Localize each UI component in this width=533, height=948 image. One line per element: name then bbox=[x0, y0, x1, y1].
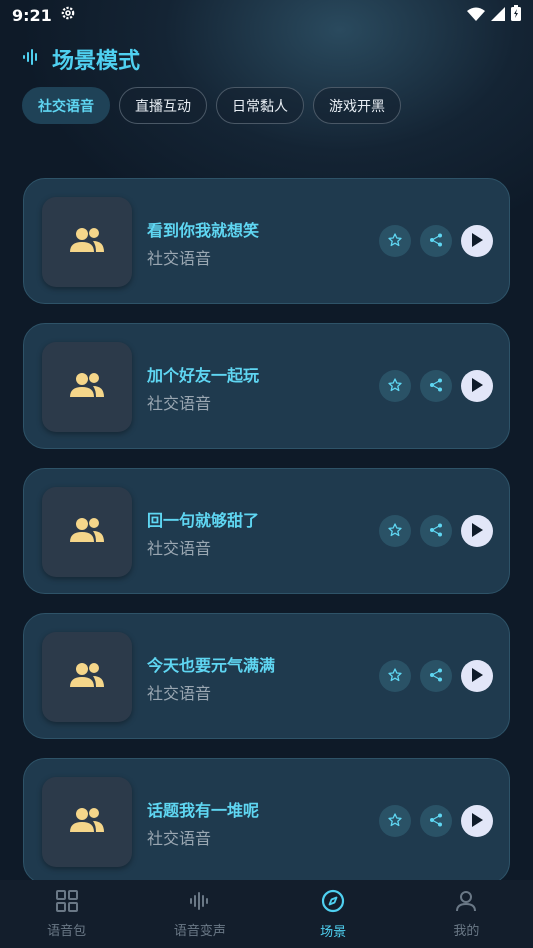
star-icon bbox=[388, 522, 402, 541]
star-icon bbox=[388, 232, 402, 251]
status-time: 9:21 bbox=[12, 5, 52, 25]
card-subtitle: 社交语音 bbox=[147, 394, 212, 413]
share-icon bbox=[429, 812, 443, 831]
card-subtitle: 社交语音 bbox=[147, 829, 212, 848]
play-button[interactable] bbox=[461, 515, 493, 547]
favorite-button[interactable] bbox=[379, 660, 411, 692]
battery-icon bbox=[511, 5, 521, 25]
people-icon bbox=[69, 662, 105, 692]
card-subtitle: 社交语音 bbox=[147, 684, 212, 703]
card-thumbnail bbox=[42, 197, 132, 287]
star-icon bbox=[388, 667, 402, 686]
person-icon bbox=[455, 890, 477, 916]
people-icon bbox=[69, 227, 105, 257]
play-icon bbox=[471, 377, 483, 396]
share-button[interactable] bbox=[420, 225, 452, 257]
play-button[interactable] bbox=[461, 370, 493, 402]
card-title: 看到你我就想笑 bbox=[147, 221, 260, 240]
wifi-icon bbox=[467, 6, 485, 25]
nav-profile[interactable]: 我的 bbox=[400, 880, 533, 948]
bottom-nav: 语音包 语音变声 场景 我的 bbox=[0, 880, 533, 948]
sound-wave-icon bbox=[22, 48, 40, 70]
favorite-button[interactable] bbox=[379, 515, 411, 547]
share-button[interactable] bbox=[420, 660, 452, 692]
share-icon bbox=[429, 667, 443, 686]
status-right bbox=[467, 5, 521, 25]
tab-live-interaction[interactable]: 直播互动 bbox=[119, 87, 207, 124]
status-left: 9:21 bbox=[12, 5, 76, 25]
status-bar: 9:21 bbox=[0, 0, 533, 30]
tab-gaming[interactable]: 游戏开黑 bbox=[313, 87, 401, 124]
nav-label: 语音包 bbox=[47, 923, 87, 939]
nav-voice-pack[interactable]: 语音包 bbox=[0, 880, 133, 948]
star-icon bbox=[388, 812, 402, 831]
favorite-button[interactable] bbox=[379, 370, 411, 402]
card-title: 话题我有一堆呢 bbox=[147, 801, 260, 820]
people-icon bbox=[69, 807, 105, 837]
play-icon bbox=[471, 522, 483, 541]
tab-daily-clingy[interactable]: 日常黏人 bbox=[216, 87, 304, 124]
grid-icon bbox=[55, 889, 78, 916]
share-button[interactable] bbox=[420, 805, 452, 837]
nav-voice-changer[interactable]: 语音变声 bbox=[133, 880, 266, 948]
signal-icon bbox=[491, 6, 505, 25]
voice-card[interactable]: 回一句就够甜了 社交语音 bbox=[23, 468, 510, 594]
card-title: 今天也要元气满满 bbox=[147, 656, 276, 675]
nav-label: 我的 bbox=[453, 923, 480, 939]
card-subtitle: 社交语音 bbox=[147, 249, 212, 268]
card-thumbnail bbox=[42, 777, 132, 867]
play-icon bbox=[471, 232, 483, 251]
play-button[interactable] bbox=[461, 660, 493, 692]
play-button[interactable] bbox=[461, 225, 493, 257]
page-header: 场景模式 bbox=[22, 42, 140, 76]
settings-gear-icon bbox=[60, 5, 76, 25]
play-icon bbox=[471, 812, 483, 831]
star-icon bbox=[388, 377, 402, 396]
people-icon bbox=[69, 372, 105, 402]
card-thumbnail bbox=[42, 342, 132, 432]
card-thumbnail bbox=[42, 632, 132, 722]
card-title: 回一句就够甜了 bbox=[147, 511, 260, 530]
play-button[interactable] bbox=[461, 805, 493, 837]
sound-wave-icon bbox=[189, 890, 211, 916]
share-icon bbox=[429, 377, 443, 396]
card-thumbnail bbox=[42, 487, 132, 577]
play-icon bbox=[471, 667, 483, 686]
nav-label: 场景 bbox=[320, 924, 347, 940]
share-icon bbox=[429, 522, 443, 541]
people-icon bbox=[69, 517, 105, 547]
voice-card[interactable]: 看到你我就想笑 社交语音 bbox=[23, 178, 510, 304]
tab-social-voice[interactable]: 社交语音 bbox=[22, 87, 110, 124]
voice-card[interactable]: 话题我有一堆呢 社交语音 bbox=[23, 758, 510, 884]
favorite-button[interactable] bbox=[379, 225, 411, 257]
favorite-button[interactable] bbox=[379, 805, 411, 837]
nav-scene[interactable]: 场景 bbox=[267, 880, 400, 948]
card-subtitle: 社交语音 bbox=[147, 539, 212, 558]
category-tabs: 社交语音 直播互动 日常黏人 游戏开黑 bbox=[22, 87, 401, 124]
card-title: 加个好友一起玩 bbox=[147, 366, 260, 385]
page-title: 场景模式 bbox=[52, 49, 141, 74]
nav-label: 语音变声 bbox=[173, 923, 226, 939]
share-button[interactable] bbox=[420, 515, 452, 547]
compass-icon bbox=[321, 889, 345, 917]
voice-card[interactable]: 加个好友一起玩 社交语音 bbox=[23, 323, 510, 449]
share-icon bbox=[429, 232, 443, 251]
share-button[interactable] bbox=[420, 370, 452, 402]
voice-card[interactable]: 今天也要元气满满 社交语音 bbox=[23, 613, 510, 739]
